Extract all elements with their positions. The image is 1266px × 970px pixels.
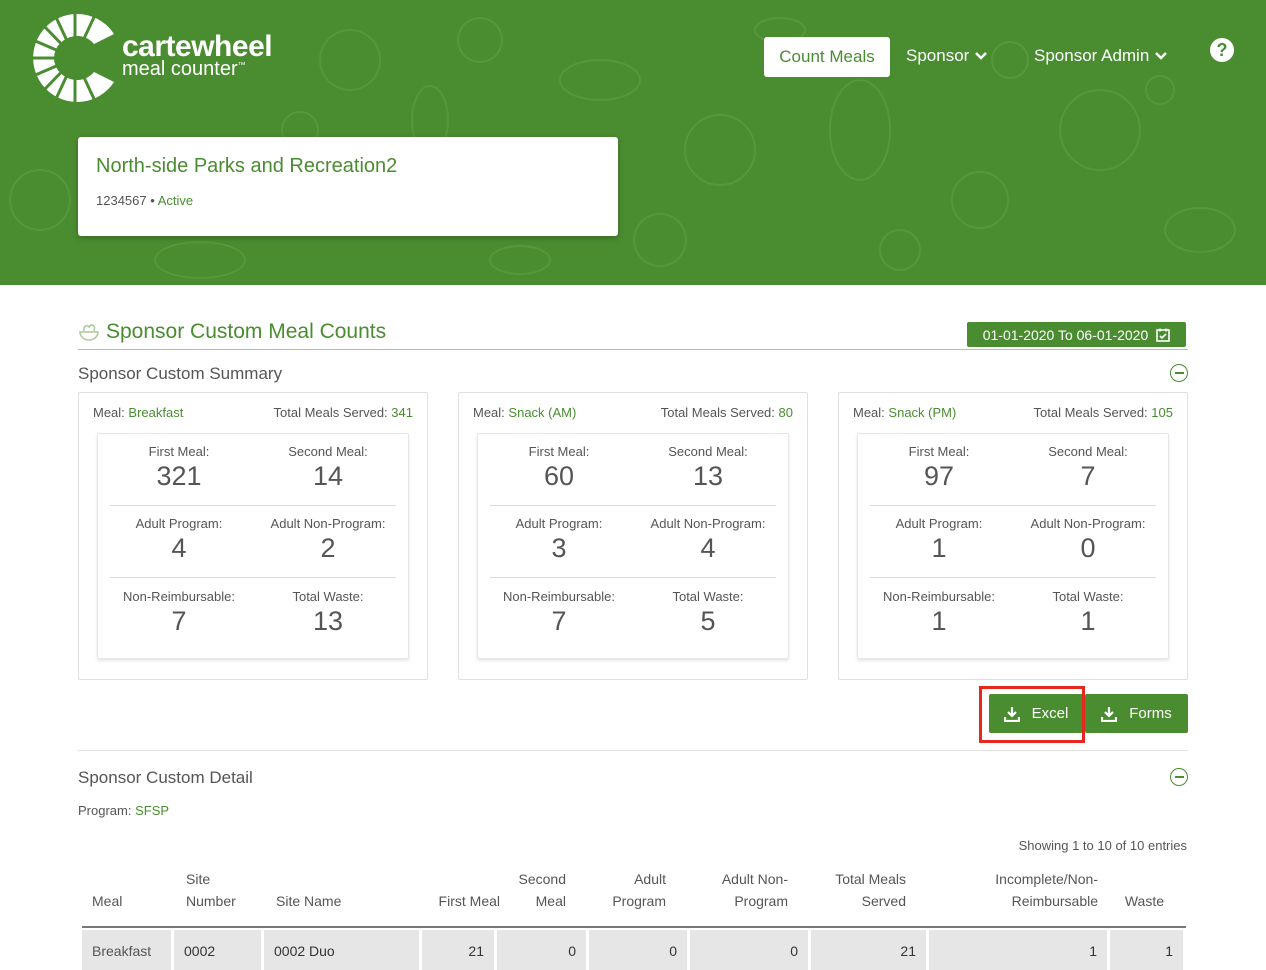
column-header-first-meal[interactable]: First Meal (422, 890, 500, 912)
count-meals-button[interactable]: Count Meals (764, 37, 890, 77)
non-reimbursable-count: 7 (171, 606, 187, 636)
total-meals-served: 341 (391, 405, 413, 420)
date-range-picker[interactable]: 01-01-2020 To 06-01-2020 (967, 322, 1186, 347)
adult-non-program-count: 4 (700, 533, 716, 563)
adult-non-program-count: 2 (320, 533, 336, 563)
organization-meta: 1234567 • Active (96, 193, 194, 208)
sponsor-menu-label: Sponsor (906, 46, 970, 65)
meal-type: Breakfast (128, 405, 184, 420)
cell-first-meal: 21 (422, 930, 497, 970)
sponsor-menu[interactable]: Sponsor (906, 46, 988, 66)
forms-download-button[interactable]: Forms (1085, 694, 1188, 733)
column-header-meal[interactable]: Meal (92, 890, 122, 912)
salad-bowl-icon (79, 324, 99, 341)
date-range-text: 01-01-2020 To 06-01-2020 (982, 326, 1149, 343)
chevron-down-icon (975, 52, 988, 60)
cell-meal: Breakfast (82, 930, 174, 970)
organization-name: North-side Parks and Recreation2 (96, 155, 398, 177)
cell-waste: 1 (1110, 930, 1186, 970)
section-divider (78, 750, 1188, 751)
organization-card: North-side Parks and Recreation2 1234567… (78, 137, 618, 236)
cell-adult-program: 0 (589, 930, 690, 970)
adult-program-count: 1 (931, 533, 947, 563)
section-divider (78, 349, 1188, 350)
column-header-waste[interactable]: Waste (1112, 890, 1164, 912)
collapse-detail-icon[interactable] (1170, 768, 1188, 786)
first-meal-count: 321 (156, 461, 202, 491)
meal-summary-card: Meal: Snack (PM) Total Meals Served: 105… (838, 392, 1188, 680)
collapse-summary-icon[interactable] (1170, 364, 1188, 382)
organization-status: Active (157, 193, 194, 208)
total-waste-count: 5 (700, 606, 716, 636)
column-header-adult-non-program[interactable]: Adult Non-Program (692, 868, 788, 912)
wheel-logo-icon (31, 12, 115, 104)
header-banner: cartewheel meal counter™ Count Meals Spo… (0, 0, 1266, 285)
second-meal-count: 7 (1080, 461, 1096, 491)
cell-adult-non-program: 0 (690, 930, 811, 970)
program-value: SFSP (135, 803, 170, 818)
meal-summary-card: Meal: Snack (AM) Total Meals Served: 80 … (458, 392, 808, 680)
second-meal-count: 13 (692, 461, 724, 491)
total-meals-served: 105 (1151, 405, 1173, 420)
chevron-down-icon (1155, 52, 1168, 60)
brand-tagline: meal counter™ (122, 58, 246, 80)
program-filter: Program: SFSP (78, 803, 170, 818)
calendar-check-icon (1156, 328, 1171, 342)
cell-total-meals-served: 21 (811, 930, 929, 970)
adult-non-program-count: 0 (1080, 533, 1096, 563)
column-header-site-number[interactable]: Site Number (186, 868, 256, 912)
total-meals-served: 80 (778, 405, 793, 420)
total-waste-count: 1 (1080, 606, 1096, 636)
non-reimbursable-count: 1 (931, 606, 947, 636)
cell-second-meal: 0 (497, 930, 589, 970)
first-meal-count: 97 (923, 461, 955, 491)
download-icon (1101, 706, 1118, 722)
page-title-text: Sponsor Custom Meal Counts (106, 320, 387, 343)
column-header-incomplete[interactable]: Incomplete/Non-Reimbursable (946, 868, 1098, 912)
meal-type: Snack (AM) (508, 405, 577, 420)
question-circle-icon[interactable]: ? (1210, 38, 1234, 62)
adult-program-count: 4 (171, 533, 187, 563)
forms-button-label: Forms (1129, 705, 1172, 722)
column-header-second-meal[interactable]: Second Meal (498, 868, 566, 912)
adult-program-count: 3 (551, 533, 567, 563)
sponsor-admin-menu-label: Sponsor Admin (1034, 46, 1150, 65)
table-header: Meal Site Number Site Name First Meal Se… (82, 862, 1186, 928)
cell-site-number: 0002 (174, 930, 264, 970)
column-header-site-name[interactable]: Site Name (276, 890, 341, 912)
table-row[interactable]: Breakfast 0002 0002 Duo 21 0 0 0 21 1 1 (82, 930, 1186, 970)
meal-stats-panel: First Meal: 60 Second Meal: 13 Adult Progr… (477, 433, 789, 659)
first-meal-count: 60 (543, 461, 575, 491)
organization-id: 1234567 (96, 193, 147, 208)
non-reimbursable-count: 7 (551, 606, 567, 636)
meal-stats-panel: First Meal: 97 Second Meal: 7 Adult Progra… (857, 433, 1169, 659)
meal-stats-panel: First Meal: 321 Second Meal: 14 Adult Prog… (97, 433, 409, 659)
entries-info: Showing 1 to 10 of 10 entries (1018, 838, 1187, 853)
summary-title: Sponsor Custom Summary (78, 364, 283, 383)
meal-summary-card: Meal: Breakfast Total Meals Served: 341 … (78, 392, 428, 680)
page-title: Sponsor Custom Meal Counts (78, 320, 386, 344)
column-header-adult-program[interactable]: Adult Program (592, 868, 666, 912)
sponsor-admin-menu[interactable]: Sponsor Admin (1034, 46, 1168, 66)
second-meal-count: 14 (312, 461, 344, 491)
cell-incomplete: 1 (929, 930, 1110, 970)
total-waste-count: 13 (312, 606, 344, 636)
column-header-total-meals-served[interactable]: Total Meals Served (812, 868, 906, 912)
cell-site-name: 0002 Duo (264, 930, 422, 970)
meal-type: Snack (PM) (888, 405, 957, 420)
excel-button-highlight (979, 686, 1085, 743)
detail-title: Sponsor Custom Detail (78, 768, 253, 787)
